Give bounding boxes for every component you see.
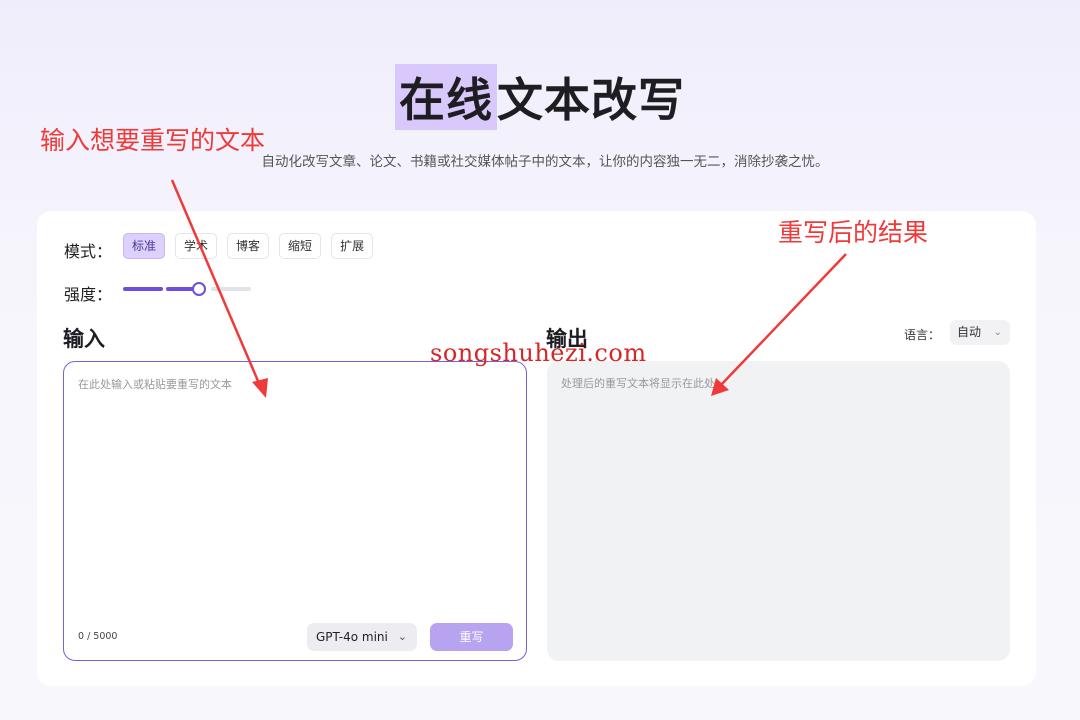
output-panel: 处理后的重写文本将显示在此处 <box>547 361 1010 661</box>
mode-shorten-button[interactable]: 缩短 <box>279 233 322 259</box>
strength-slider[interactable] <box>123 282 253 298</box>
mode-standard-button[interactable]: 标准 <box>123 233 166 259</box>
mode-blog-button[interactable]: 博客 <box>227 233 270 259</box>
mode-expand-button[interactable]: 扩展 <box>331 233 374 259</box>
title-highlight: 在线 <box>395 64 497 130</box>
language-select[interactable]: 自动 ⌄ <box>950 320 1010 345</box>
input-annotation: 输入想要重写的文本 <box>40 126 266 155</box>
watermark: songshuhezi.com <box>430 339 647 367</box>
strength-segment-3 <box>211 287 251 291</box>
language-value: 自动 <box>957 325 982 339</box>
title-rest: 文本改写 <box>497 73 685 127</box>
input-title: 输入 <box>63 327 105 351</box>
chevron-down-icon: ⌄ <box>397 630 407 643</box>
mode-academic-button[interactable]: 学术 <box>175 233 218 259</box>
input-placeholder: 在此处输入或粘贴要重写的文本 <box>78 378 232 391</box>
rewrite-button[interactable]: 重写 <box>430 623 513 651</box>
mode-label: 模式： <box>64 242 113 261</box>
language-label: 语言： <box>904 328 941 342</box>
model-value: GPT-4o mini <box>316 630 388 644</box>
model-select[interactable]: GPT-4o mini ⌄ <box>307 623 417 651</box>
strength-label: 强度： <box>64 285 113 304</box>
character-counter: 0 / 5000 <box>78 631 118 642</box>
chevron-down-icon: ⌄ <box>993 327 1002 338</box>
output-placeholder: 处理后的重写文本将显示在此处 <box>561 377 715 390</box>
mode-selector: 标准 学术 博客 缩短 扩展 <box>123 233 374 259</box>
strength-slider-handle[interactable] <box>192 282 206 296</box>
strength-segment-1 <box>123 287 163 291</box>
rewrite-card: 模式： 标准 学术 博客 缩短 扩展 强度： 输入 输出 语言： 自动 ⌄ 在此… <box>37 211 1036 686</box>
output-annotation: 重写后的结果 <box>778 218 929 247</box>
input-textarea[interactable]: 在此处输入或粘贴要重写的文本 0 / 5000 GPT-4o mini ⌄ 重写 <box>63 361 527 661</box>
